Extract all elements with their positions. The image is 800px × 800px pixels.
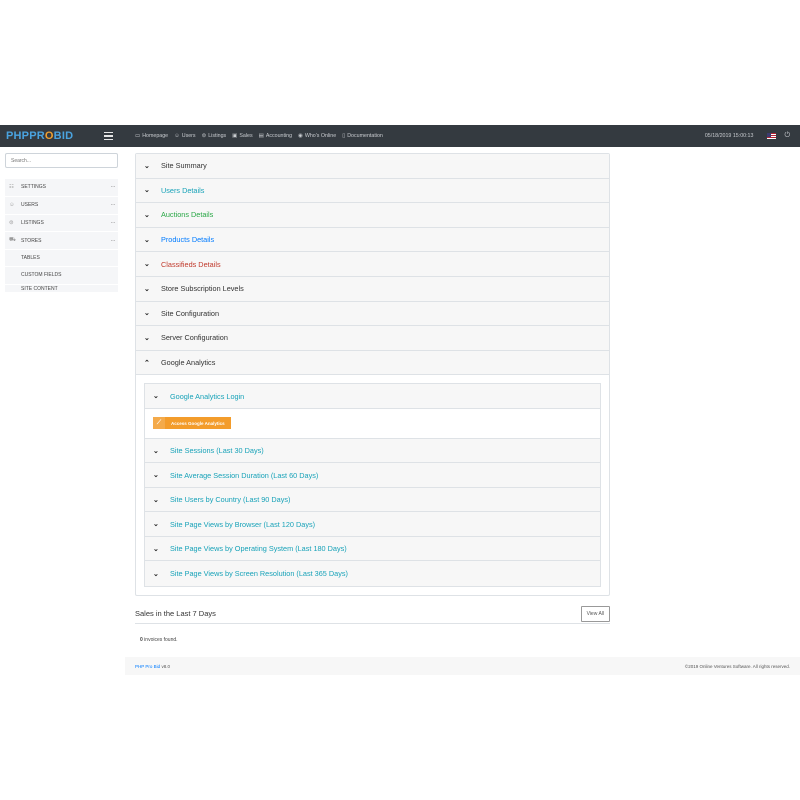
sales-section: Sales in the Last 7 Days View All 0 invo…: [135, 604, 610, 643]
sidebar-item-users[interactable]: ☺ Users ···: [5, 196, 118, 215]
sidebar-menu: ☷ Settings ··· ☺ Users ··· ⊜ Listings ··· ⛟ Sto…: [5, 179, 118, 293]
sales-header: Sales in the Last 7 Days View All: [135, 604, 610, 624]
invoices-found-text: 0 invoices found.: [140, 637, 178, 643]
more-icon[interactable]: ···: [111, 238, 116, 244]
sidebar-subitem-site-content[interactable]: Site Content: [5, 284, 118, 293]
chevron-down-icon: ⌄: [144, 187, 150, 195]
more-icon[interactable]: ···: [111, 220, 116, 226]
nav-listings[interactable]: ⊜ Listings: [202, 133, 227, 139]
access-google-analytics-button[interactable]: ⟋ Access Google Analytics: [153, 417, 231, 430]
nav-right: 05/18/2019 15:00:13 ⏻: [705, 132, 800, 140]
section-server-configuration[interactable]: ⌄ Server Configuration: [136, 326, 609, 351]
footer-version: PHP Pro Bid v8.0: [135, 663, 170, 669]
chevron-down-icon: ⌄: [144, 162, 150, 170]
sidebar-subitem-tables[interactable]: Tables: [5, 250, 118, 268]
chevron-down-icon: ⌄: [144, 261, 150, 269]
sidebar-item-listings[interactable]: ⊜ Listings ···: [5, 214, 118, 233]
section-classifieds-details[interactable]: ⌄ Classifieds Details: [136, 252, 609, 277]
listings-icon: ⊜: [9, 219, 14, 226]
chevron-down-icon: ⌄: [153, 545, 159, 553]
analytics-icon: ⟋: [153, 417, 165, 430]
sidebar-item-stores[interactable]: ⛟ Stores ···: [5, 232, 118, 251]
accordion-panel: ⌄ Site Summary ⌄ Users Details ⌄ Auctions D…: [135, 153, 610, 596]
brand-logo[interactable]: PHPPROBID: [6, 130, 73, 142]
view-all-button[interactable]: View All: [580, 605, 610, 622]
listings-icon: ⊜: [201, 133, 207, 139]
dashboard-accordion: ⌄ Site Summary ⌄ Users Details ⌄ Auctions D…: [135, 153, 610, 596]
sidebar-subitem-custom-fields[interactable]: Custom Fields: [5, 267, 118, 285]
chevron-down-icon: ⌄: [153, 472, 159, 480]
section-ga-report[interactable]: ⌄ Site Page Views by Screen Resolution (L…: [145, 561, 600, 586]
chevron-down-icon: ⌄: [144, 236, 150, 244]
sidebar: ☷Settings··· ☺Users··· ⊜Listings··· ⛟Sto…: [0, 147, 123, 294]
accounting-icon: ▤: [258, 133, 264, 139]
section-ga-report[interactable]: ⌄ Site Sessions (Last 30 Days): [145, 438, 600, 464]
section-site-configuration[interactable]: ⌄ Site Configuration: [136, 301, 609, 327]
ga-login-body: ⟋ Access Google Analytics: [145, 409, 600, 439]
section-ga-report[interactable]: ⌄ Site Page Views by Operating System (La…: [145, 536, 600, 562]
section-google-analytics[interactable]: ⌃ Google Analytics: [136, 350, 609, 376]
documentation-icon: ▯: [342, 133, 346, 139]
hamburger-menu-icon[interactable]: [104, 132, 113, 140]
sidebar-search-input[interactable]: [5, 153, 118, 168]
nav-whos-online[interactable]: ◉ Who's Online: [298, 133, 336, 139]
product-link[interactable]: PHP Pro Bid: [135, 664, 160, 669]
stores-icon: ⛟: [9, 237, 16, 244]
section-ga-report[interactable]: ⌄ Site Average Session Duration (Last 60 …: [145, 463, 600, 488]
section-site-summary[interactable]: ⌄ Site Summary: [136, 154, 609, 179]
monitor-icon: ▭: [135, 133, 141, 139]
section-auctions-details[interactable]: ⌄ Auctions Details: [136, 203, 609, 228]
chevron-down-icon: ⌄: [153, 496, 159, 504]
chevron-down-icon: ⌄: [153, 521, 159, 529]
sidebar-item-settings[interactable]: ☷ Settings ···: [5, 179, 118, 197]
admin-app: PHPPROBID ▭ Homepage ☺ Users ⊜ Listings ▣ Sa…: [0, 125, 800, 675]
power-icon[interactable]: ⏻: [784, 132, 790, 140]
section-ga-report[interactable]: ⌄ Site Page Views by Browser (Last 120 Da…: [145, 512, 600, 537]
analytics-accordion: ⌄ Google Analytics Login ⟋ Access Google A…: [144, 383, 601, 587]
chevron-down-icon: ⌄: [153, 570, 159, 578]
sales-title: Sales in the Last 7 Days: [135, 609, 216, 618]
server-datetime: 05/18/2019 15:00:13: [704, 133, 754, 139]
chevron-down-icon: ⌄: [144, 334, 150, 342]
nav-sales[interactable]: ▣ Sales: [232, 133, 252, 139]
chevron-down-icon: ⌄: [153, 447, 159, 455]
google-analytics-body: ⌄ Google Analytics Login ⟋ Access Google A…: [136, 375, 609, 595]
nav-homepage[interactable]: ▭ Homepage: [135, 133, 168, 139]
section-ga-report[interactable]: ⌄ Site Users by Country (Last 90 Days): [145, 487, 600, 513]
top-navbar: PHPPROBID ▭ Homepage ☺ Users ⊜ Listings ▣ Sa…: [0, 125, 800, 147]
section-users-details[interactable]: ⌄ Users Details: [136, 178, 609, 204]
chevron-down-icon: ⌄: [144, 310, 150, 318]
nav-accounting[interactable]: ▤ Accounting: [259, 133, 292, 139]
section-ga-login[interactable]: ⌄ Google Analytics Login: [145, 384, 600, 409]
section-store-subscription-levels[interactable]: ⌄ Store Subscription Levels: [136, 276, 609, 302]
more-icon[interactable]: ···: [111, 202, 116, 208]
section-products-details[interactable]: ⌄ Products Details: [136, 227, 609, 253]
nav-users[interactable]: ☺ Users: [174, 133, 195, 139]
footer: PHP Pro Bid v8.0 ©2019 Online Ventures S…: [125, 657, 800, 675]
nav-documentation[interactable]: ▯ Documentation: [342, 133, 383, 139]
chevron-down-icon: ⌄: [153, 393, 159, 401]
users-icon: ☺: [174, 133, 180, 139]
us-flag-icon[interactable]: [767, 133, 777, 139]
more-icon[interactable]: ···: [111, 184, 116, 190]
online-icon: ◉: [298, 133, 303, 139]
settings-icon: ☷: [9, 184, 14, 191]
chevron-down-icon: ⌄: [144, 211, 150, 219]
top-nav-menu: ▭ Homepage ☺ Users ⊜ Listings ▣ Sales ▤ Accou…: [135, 133, 383, 139]
chevron-down-icon: ⌄: [144, 285, 150, 293]
brand-area: PHPPROBID: [0, 125, 118, 147]
users-icon: ☺: [9, 202, 15, 209]
chevron-up-icon: ⌃: [144, 359, 150, 367]
footer-copyright: ©2019 Online Ventures Software. All righ…: [684, 663, 790, 669]
sales-icon: ▣: [232, 133, 238, 139]
